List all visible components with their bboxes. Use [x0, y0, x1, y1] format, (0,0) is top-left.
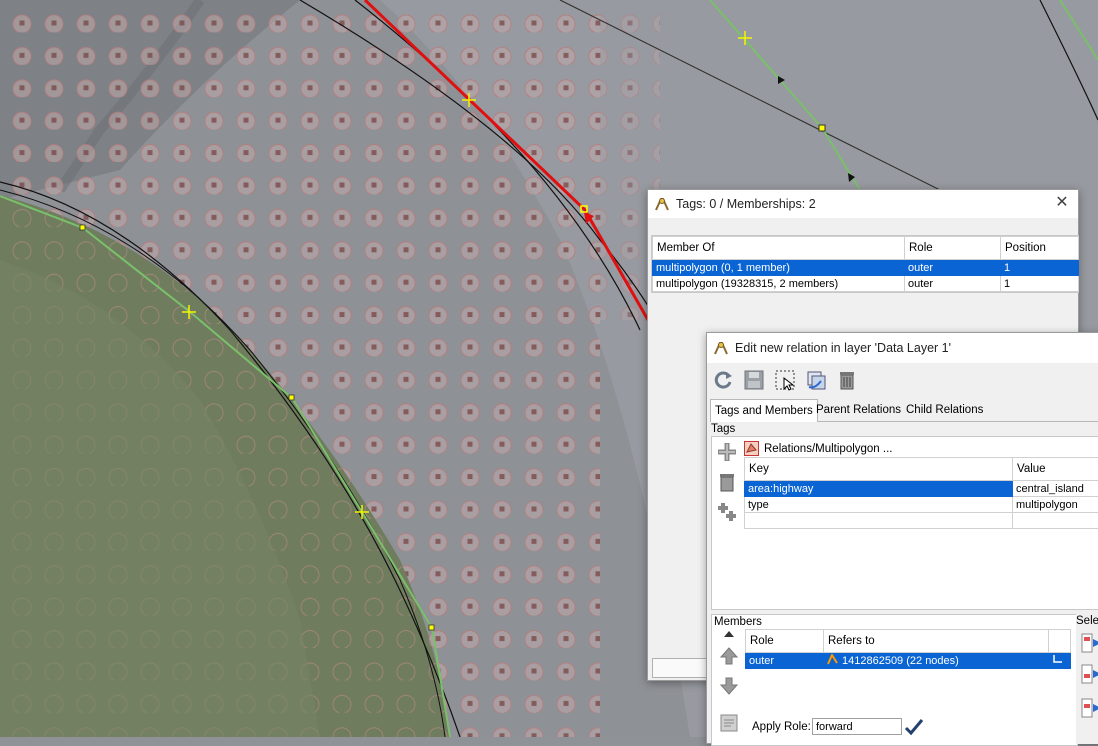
members-panel: Members Role Refers to outer [711, 614, 1078, 746]
tab-child-relations[interactable]: Child Relations [902, 399, 987, 421]
column-role[interactable]: Role [905, 237, 1001, 260]
tag-key-cell[interactable]: area:highway [745, 481, 1013, 497]
table-row[interactable]: multipolygon (0, 1 member) outer 1 [653, 260, 1079, 276]
relation-editor-titlebar: Edit new relation in layer 'Data Layer 1… [707, 333, 1098, 363]
tag-value-cell[interactable]: multipolygon [1013, 497, 1098, 513]
column-linked [1049, 630, 1071, 653]
table-row[interactable]: multipolygon (19328315, 2 members) outer… [653, 276, 1079, 292]
table-row[interactable]: type multipolygon [745, 497, 1098, 513]
members-section-label: Members [714, 616, 762, 628]
paste-tags-icon[interactable] [714, 499, 740, 525]
move-up-icon[interactable] [716, 643, 742, 669]
preset-label: Relations/Multipolygon ... [764, 443, 892, 455]
table-row[interactable] [745, 513, 1098, 529]
member-of-cell: multipolygon (0, 1 member) [653, 260, 905, 276]
move-down-icon[interactable] [716, 673, 742, 699]
save-icon[interactable] [742, 368, 766, 392]
tag-value-cell[interactable] [1013, 513, 1098, 529]
position-cell: 1 [1001, 260, 1079, 276]
role-cell: outer [905, 260, 1001, 276]
table-row[interactable]: outer 1412862509 (22 nodes) [746, 653, 1071, 669]
apply-role-check-icon[interactable] [904, 718, 924, 736]
duplicate-relation-icon[interactable] [804, 368, 828, 392]
way-icon [827, 654, 838, 665]
selection-label: Selec [1076, 615, 1098, 627]
tag-table: Key Value area:highway central_island ty… [744, 457, 1098, 529]
move-top-icon[interactable] [716, 629, 742, 639]
member-table: Role Refers to outer 1412862509 (22 node… [745, 629, 1071, 669]
column-role[interactable]: Role [746, 630, 824, 653]
column-refers-to[interactable]: Refers to [824, 630, 1049, 653]
table-row[interactable]: area:highway central_island [745, 481, 1098, 497]
edit-member-icon[interactable] [716, 710, 742, 736]
link-icon [1052, 654, 1064, 664]
apply-role-label: Apply Role: [752, 721, 811, 733]
refresh-icon[interactable] [711, 368, 735, 392]
dialog-button[interactable] [652, 658, 714, 678]
multipolygon-preset-icon [744, 441, 759, 456]
toolbar [707, 365, 1098, 395]
position-cell: 1 [1001, 276, 1079, 292]
josm-logo-icon [654, 196, 670, 212]
add-tag-icon[interactable] [714, 439, 740, 465]
delete-tag-icon[interactable] [714, 469, 740, 495]
memberships-table: Member Of Role Position multipolygon (0,… [652, 236, 1079, 292]
josm-logo-icon [713, 340, 729, 356]
tab-strip: Tags and Members Parent Relations Child … [710, 399, 1098, 422]
member-refers-to-cell[interactable]: 1412862509 (22 nodes) [824, 653, 1049, 669]
tag-key-cell[interactable]: type [745, 497, 1013, 513]
relation-editor-title: Edit new relation in layer 'Data Layer 1… [735, 341, 951, 355]
relation-editor-dialog: Edit new relation in layer 'Data Layer 1… [706, 332, 1098, 744]
tag-value-cell[interactable]: central_island [1013, 481, 1098, 497]
role-cell: outer [905, 276, 1001, 292]
member-role-cell[interactable]: outer [746, 653, 824, 669]
add-selected-before-icon[interactable] [1079, 662, 1098, 686]
preset-link[interactable]: Relations/Multipolygon ... [744, 441, 892, 456]
tag-key-cell[interactable] [745, 513, 1013, 529]
column-value[interactable]: Value [1013, 458, 1098, 481]
tags-panel: Relations/Multipolygon ... Key Value are… [711, 436, 1098, 610]
tab-parent-relations[interactable]: Parent Relations [812, 399, 905, 421]
tab-tags-and-members[interactable]: Tags and Members [710, 399, 818, 422]
member-refers-to-label: 1412862509 (22 nodes) [842, 655, 959, 667]
column-position[interactable]: Position [1001, 237, 1079, 260]
add-selected-after-icon[interactable] [1079, 696, 1098, 720]
splitter[interactable] [711, 608, 1098, 612]
memberships-titlebar: Tags: 0 / Memberships: 2 [648, 190, 1078, 218]
selection-panel: Selec [1076, 614, 1098, 744]
column-key[interactable]: Key [745, 458, 1013, 481]
select-members-icon[interactable] [773, 368, 797, 392]
tags-section-label: Tags [711, 423, 735, 435]
add-selected-first-icon[interactable] [1079, 631, 1098, 655]
memberships-title: Tags: 0 / Memberships: 2 [676, 197, 816, 211]
member-of-cell: multipolygon (19328315, 2 members) [653, 276, 905, 292]
delete-relation-icon[interactable] [835, 368, 859, 392]
column-member-of[interactable]: Member Of [653, 237, 905, 260]
apply-role-input[interactable] [812, 718, 902, 735]
member-link-cell [1049, 653, 1071, 669]
memberships-table-container: Member Of Role Position multipolygon (0,… [651, 235, 1079, 293]
close-icon[interactable]: ✕ [1054, 195, 1070, 211]
